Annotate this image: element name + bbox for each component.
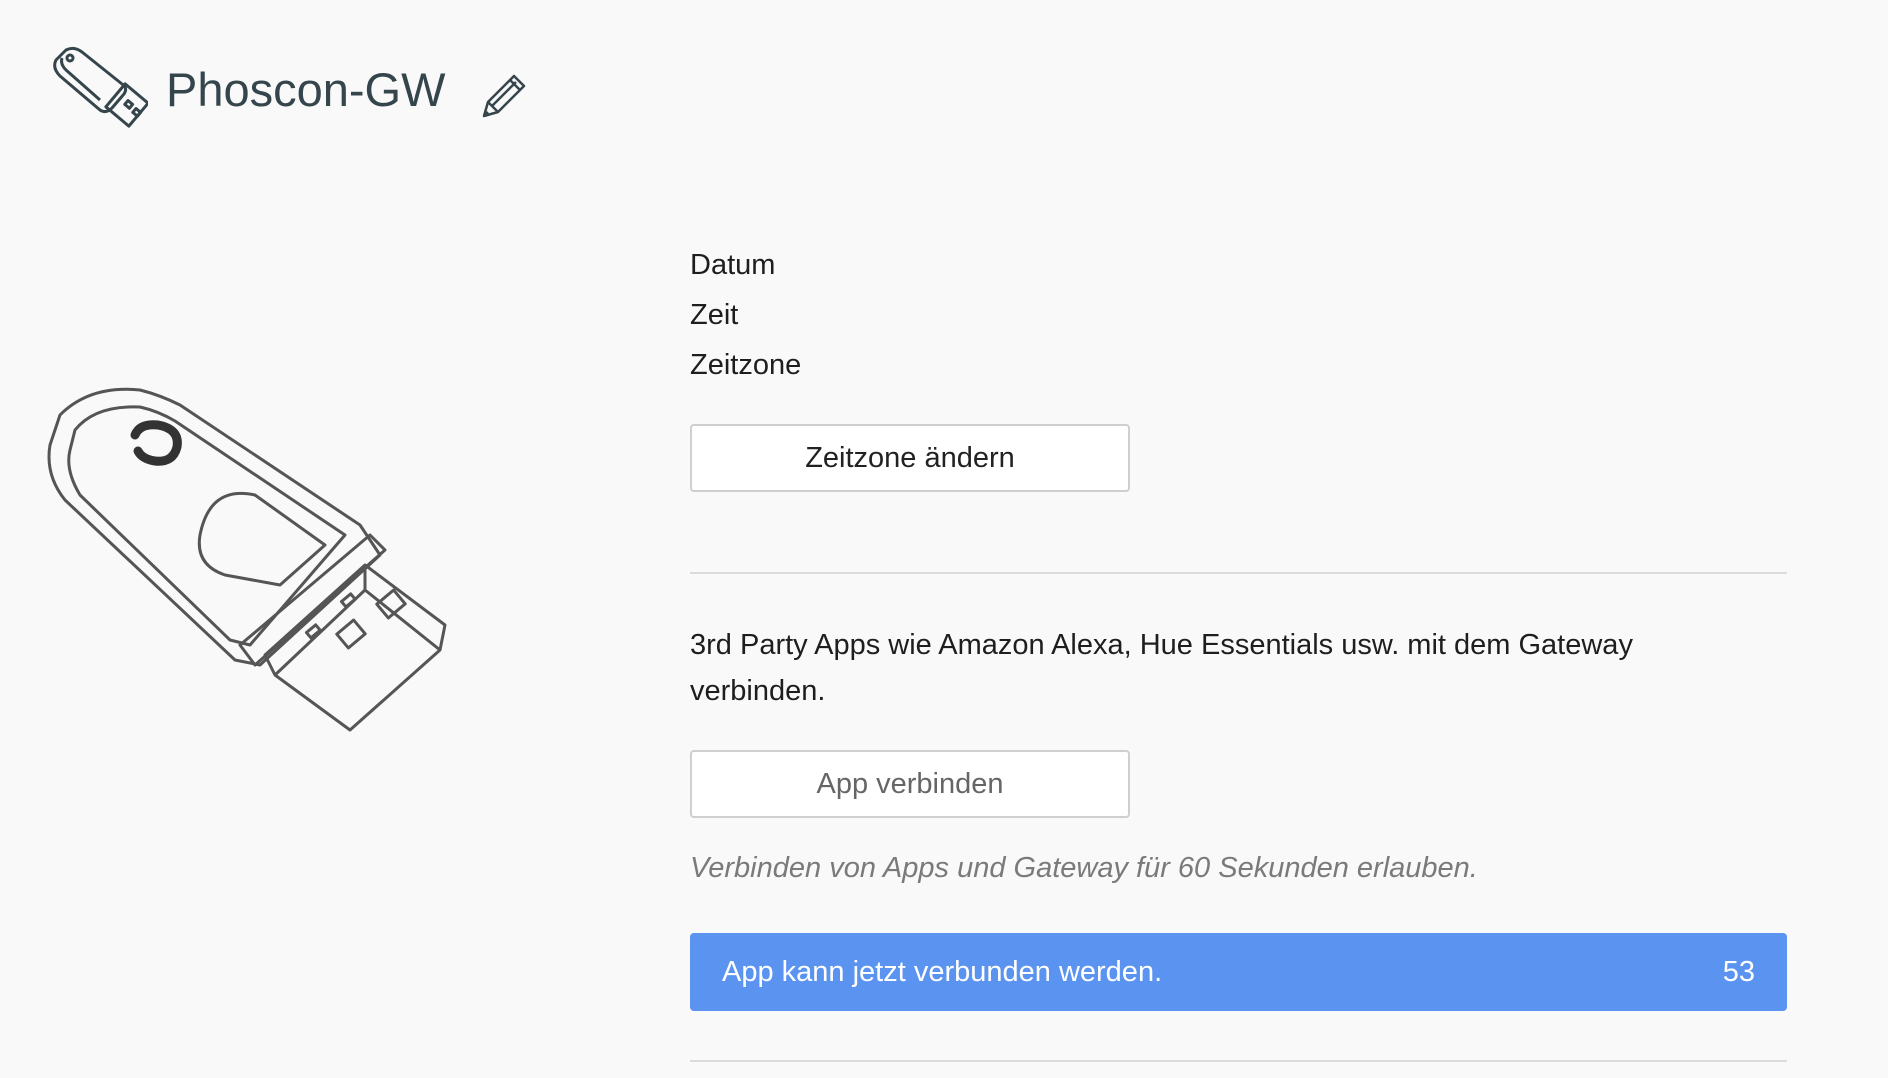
gateway-info: Datum Zeit Zeitzone — [690, 240, 1787, 390]
pencil-icon[interactable] — [478, 68, 528, 122]
time-label: Zeit — [690, 299, 739, 331]
timezone-label: Zeitzone — [690, 349, 802, 381]
countdown-value: 53 — [1722, 955, 1755, 988]
usb-stick-illustration — [47, 387, 447, 732]
status-message: App kann jetzt verbunden werden. — [722, 955, 1163, 988]
third-party-description: 3rd Party Apps wie Amazon Alexa, Hue Ess… — [690, 629, 1633, 707]
gateway-name: Phoscon-GW — [166, 63, 446, 116]
connect-hint: Verbinden von Apps und Gateway für 60 Se… — [690, 852, 1478, 884]
usb-stick-icon — [53, 46, 148, 128]
gateway-settings-page: Phoscon-GW Datum Zeit Zeitzone Zeitzone … — [0, 0, 1888, 1078]
change-timezone-button[interactable]: Zeitzone ändern — [690, 424, 1130, 492]
date-label: Datum — [690, 249, 776, 281]
divider — [690, 1060, 1787, 1062]
connect-app-button[interactable]: App verbinden — [690, 750, 1130, 818]
connect-status-bar: App kann jetzt verbunden werden. 53 — [690, 933, 1787, 1011]
divider — [690, 572, 1787, 574]
